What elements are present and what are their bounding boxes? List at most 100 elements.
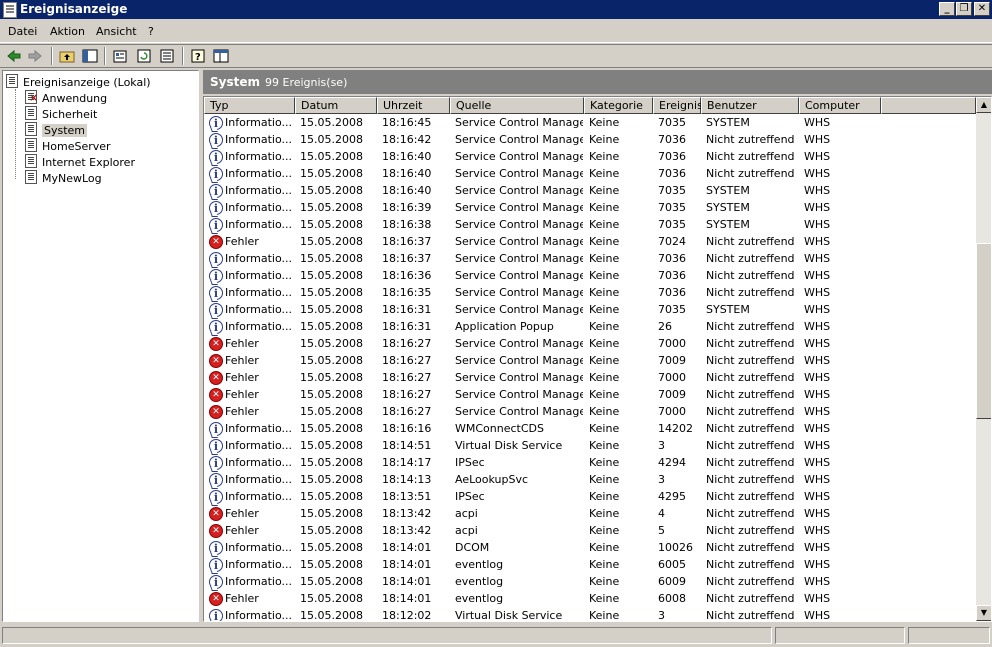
table-row[interactable]: Informatio... 15.05.2008 18:16:16 WMConnect… bbox=[204, 420, 974, 438]
cell-computer: WHS bbox=[804, 541, 831, 554]
tree-item-internet-explorer[interactable]: Internet Explorer bbox=[25, 154, 135, 170]
forward-arrow-icon[interactable] bbox=[27, 48, 43, 64]
cell-computer: WHS bbox=[804, 184, 831, 197]
cell-computer: WHS bbox=[804, 507, 831, 520]
column-header-ereignis[interactable]: Ereignis bbox=[653, 97, 703, 114]
scroll-down-button[interactable]: ▼ bbox=[976, 605, 991, 621]
toolbar-separator bbox=[104, 47, 106, 65]
help-icon[interactable]: ? bbox=[190, 48, 206, 64]
table-row[interactable]: Fehler 15.05.2008 18:16:27 Service Control … bbox=[204, 403, 974, 420]
table-row[interactable]: Informatio... 15.05.2008 18:16:42 Service C… bbox=[204, 131, 974, 149]
menu-datei[interactable]: Datei bbox=[8, 25, 37, 38]
cell-time: 18:16:37 bbox=[382, 252, 432, 265]
tree-item-label: Anwendung bbox=[42, 92, 108, 105]
properties-icon[interactable] bbox=[112, 48, 128, 64]
scroll-thumb[interactable] bbox=[976, 243, 991, 419]
table-row[interactable]: Informatio... 15.05.2008 18:14:51 Virtual D… bbox=[204, 437, 974, 455]
table-row[interactable]: Informatio... 15.05.2008 18:16:31 Service C… bbox=[204, 301, 974, 319]
menu-aktion[interactable]: Aktion bbox=[50, 25, 85, 38]
table-row[interactable]: Fehler 15.05.2008 18:16:27 Service Control … bbox=[204, 386, 974, 403]
table-row[interactable]: Fehler 15.05.2008 18:16:27 Service Control … bbox=[204, 335, 974, 352]
table-row[interactable]: Informatio... 15.05.2008 18:16:38 Service C… bbox=[204, 216, 974, 234]
column-header-typ[interactable]: Typ bbox=[204, 97, 295, 114]
cell-time: 18:16:37 bbox=[382, 235, 432, 248]
column-header-computer[interactable]: Computer bbox=[799, 97, 881, 114]
table-row[interactable]: Informatio... 15.05.2008 18:13:51 IPSec Kein… bbox=[204, 488, 974, 506]
scroll-up-button[interactable]: ▲ bbox=[976, 97, 991, 113]
table-row[interactable]: Fehler 15.05.2008 18:16:27 Service Control … bbox=[204, 369, 974, 386]
information-icon bbox=[209, 608, 223, 621]
cell-user: Nicht zutreffend bbox=[706, 167, 795, 180]
error-icon bbox=[209, 524, 223, 538]
cell-type: Informatio... bbox=[225, 558, 292, 571]
table-row[interactable]: Informatio... 15.05.2008 18:16:40 Service C… bbox=[204, 165, 974, 183]
cell-category: Keine bbox=[589, 439, 620, 452]
cell-date: 15.05.2008 bbox=[300, 354, 363, 367]
table-row[interactable]: Fehler 15.05.2008 18:16:27 Service Control … bbox=[204, 352, 974, 369]
column-header-benutzer[interactable]: Benutzer bbox=[701, 97, 799, 114]
column-header-kategorie[interactable]: Kategorie bbox=[584, 97, 653, 114]
vertical-scrollbar[interactable]: ▲ ▼ bbox=[976, 97, 991, 621]
cell-category: Keine bbox=[589, 473, 620, 486]
table-row[interactable]: Fehler 15.05.2008 18:13:42 acpi Keine 4 Nicht … bbox=[204, 505, 974, 522]
cell-source: IPSec bbox=[455, 456, 485, 469]
menu-help[interactable]: ? bbox=[148, 25, 154, 38]
table-row[interactable]: Informatio... 15.05.2008 18:16:45 Service C… bbox=[204, 114, 974, 132]
table-row[interactable]: Fehler 15.05.2008 18:16:37 Service Control … bbox=[204, 233, 974, 250]
cell-event: 4 bbox=[658, 507, 665, 520]
table-row[interactable]: Informatio... 15.05.2008 18:16:39 Service C… bbox=[204, 199, 974, 217]
table-row[interactable]: Fehler 15.05.2008 18:14:01 eventlog Keine 600… bbox=[204, 590, 974, 607]
tree-item-system[interactable]: System bbox=[25, 122, 88, 138]
table-row[interactable]: Informatio... 15.05.2008 18:16:40 Service C… bbox=[204, 182, 974, 200]
cell-date: 15.05.2008 bbox=[300, 473, 363, 486]
table-row[interactable]: Informatio... 15.05.2008 18:14:17 IPSec Kein… bbox=[204, 454, 974, 472]
cell-time: 18:16:31 bbox=[382, 320, 432, 333]
table-row[interactable]: Informatio... 15.05.2008 18:16:35 Service C… bbox=[204, 284, 974, 302]
cell-type: Fehler bbox=[225, 524, 259, 537]
cell-source: Service Control Manager bbox=[455, 167, 583, 180]
cell-computer: WHS bbox=[804, 405, 831, 418]
cell-source: Service Control Manager bbox=[455, 405, 583, 418]
table-row[interactable]: Informatio... 15.05.2008 18:16:40 Service C… bbox=[204, 148, 974, 166]
tree-root[interactable]: Ereignisanzeige (Lokal) bbox=[6, 74, 151, 90]
status-pane-3 bbox=[908, 627, 990, 644]
tree-item-sicherheit[interactable]: Sicherheit bbox=[25, 106, 97, 122]
up-folder-icon[interactable] bbox=[59, 48, 75, 64]
table-row[interactable]: Informatio... 15.05.2008 18:16:31 Applicati… bbox=[204, 318, 974, 336]
refresh-icon[interactable] bbox=[136, 48, 152, 64]
cell-date: 15.05.2008 bbox=[300, 575, 363, 588]
menu-ansicht[interactable]: Ansicht bbox=[96, 25, 137, 38]
cell-category: Keine bbox=[589, 592, 620, 605]
cell-user: Nicht zutreffend bbox=[706, 558, 795, 571]
status-pane-2 bbox=[775, 627, 905, 644]
back-arrow-icon[interactable] bbox=[6, 48, 22, 64]
show-hide-tree-icon[interactable] bbox=[82, 48, 98, 64]
column-header-quelle[interactable]: Quelle bbox=[450, 97, 584, 114]
export-list-icon[interactable] bbox=[159, 48, 175, 64]
table-row[interactable]: Informatio... 15.05.2008 18:16:37 Service C… bbox=[204, 250, 974, 268]
cell-computer: WHS bbox=[804, 201, 831, 214]
tree-item-anwendung[interactable]: Anwendung bbox=[25, 90, 107, 106]
tree-item-homeserver[interactable]: HomeServer bbox=[25, 138, 111, 154]
cell-type: Informatio... bbox=[225, 269, 292, 282]
cell-type: Informatio... bbox=[225, 167, 292, 180]
event-log-icon bbox=[25, 90, 38, 104]
table-row[interactable]: Informatio... 15.05.2008 18:14:01 DCOM Keine… bbox=[204, 539, 974, 557]
minimize-button[interactable]: _ bbox=[939, 2, 955, 16]
table-row[interactable]: Informatio... 15.05.2008 18:14:01 eventlog K… bbox=[204, 556, 974, 574]
cell-type: Informatio... bbox=[225, 490, 292, 503]
description-pane-icon[interactable] bbox=[213, 48, 229, 64]
cell-source: Service Control Manager bbox=[455, 337, 583, 350]
table-row[interactable]: Informatio... 15.05.2008 18:12:02 Virtual D… bbox=[204, 607, 974, 621]
close-button[interactable]: ✕ bbox=[974, 2, 990, 16]
table-row[interactable]: Fehler 15.05.2008 18:13:42 acpi Keine 5 Nicht … bbox=[204, 522, 974, 539]
table-row[interactable]: Informatio... 15.05.2008 18:14:01 eventlog K… bbox=[204, 573, 974, 591]
maximize-button[interactable]: ❐ bbox=[956, 2, 972, 16]
table-row[interactable]: Informatio... 15.05.2008 18:16:36 Service C… bbox=[204, 267, 974, 285]
column-header-uhrzeit[interactable]: Uhrzeit bbox=[377, 97, 450, 114]
cell-user: Nicht zutreffend bbox=[706, 269, 795, 282]
tree-item-mynewlog[interactable]: MyNewLog bbox=[25, 170, 102, 186]
cell-source: Service Control Manager bbox=[455, 201, 583, 214]
column-header-datum[interactable]: Datum bbox=[295, 97, 377, 114]
table-row[interactable]: Informatio... 15.05.2008 18:14:13 AeLookupS… bbox=[204, 471, 974, 489]
